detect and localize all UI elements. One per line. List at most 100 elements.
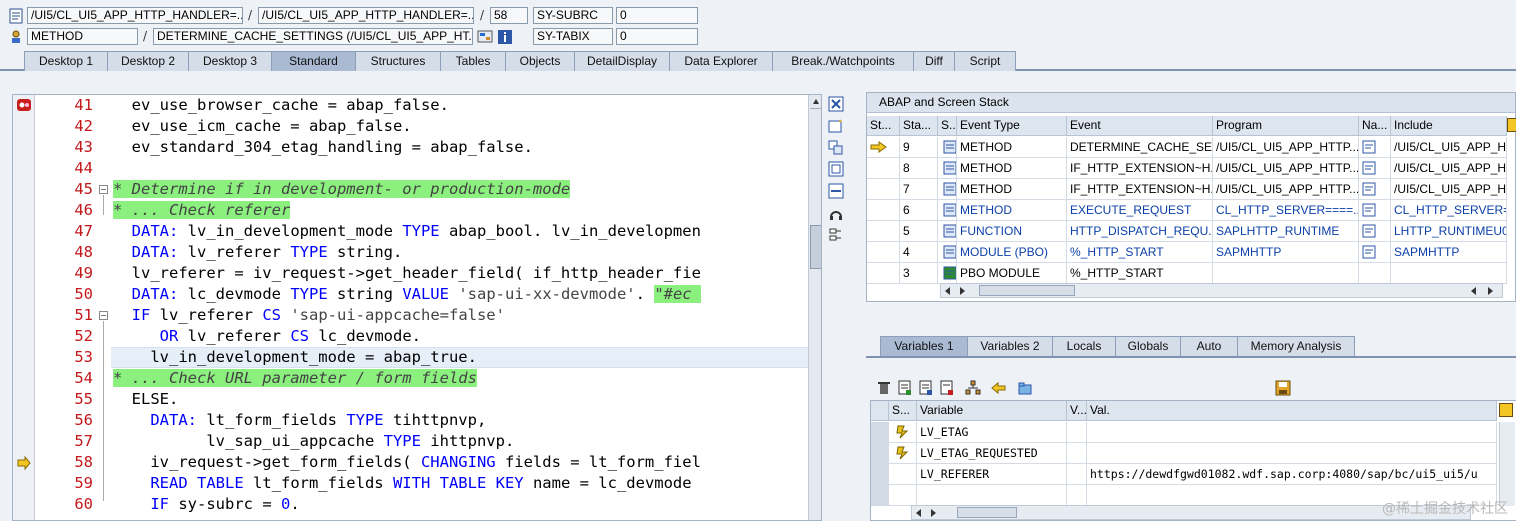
code-line[interactable]: * ... Check URL parameter / form fields [113, 368, 477, 389]
stack-row-marker[interactable] [867, 263, 900, 284]
stack-program-cell[interactable]: SAPMHTTP [1213, 242, 1359, 263]
fold-toggle[interactable]: − [99, 185, 108, 194]
row-selector[interactable] [871, 443, 889, 464]
stack-event-cell[interactable]: %_HTTP_START [1067, 242, 1213, 263]
stack-level-cell[interactable]: 7 [900, 179, 938, 200]
stack-header-col-program[interactable]: Program [1213, 116, 1359, 136]
line-number-field[interactable]: 58 [490, 7, 528, 24]
tab-diff[interactable]: Diff [913, 51, 955, 71]
stack-navigate-cell[interactable] [1359, 221, 1391, 242]
stack-event-type-cell[interactable]: METHOD [957, 158, 1067, 179]
code-line[interactable]: lv_referer = iv_request->get_header_fiel… [113, 263, 701, 284]
stack-type-icon-cell[interactable] [938, 221, 957, 242]
sy-subrc-value[interactable]: 0 [616, 7, 698, 24]
stack-level-cell[interactable]: 4 [900, 242, 938, 263]
code-line[interactable]: lv_sap_ui_appcache TYPE ihttpnvp. [113, 431, 514, 452]
stack-type-icon-cell[interactable] [938, 179, 957, 200]
event-name-field[interactable]: DETERMINE_CACHE_SETTINGS (/UI5/CL_UI5_AP… [153, 28, 473, 45]
tab-memory-analysis[interactable]: Memory Analysis [1237, 336, 1355, 356]
variable-value-cell[interactable] [1087, 443, 1497, 464]
stack-header-col-s[interactable]: S... [938, 116, 957, 136]
code-line[interactable]: DATA: lv_referer TYPE string. [113, 242, 403, 263]
variables-table[interactable]: S... Variable V... Val. LV_ETAG LV_ETAG_REQUE… [871, 401, 1516, 511]
event-type-field[interactable]: METHOD [27, 28, 138, 45]
stack-level-cell[interactable]: 5 [900, 221, 938, 242]
stack-event-cell[interactable]: DETERMINE_CACHE_SET... [1067, 137, 1213, 158]
stack-level-cell[interactable]: 9 [900, 137, 938, 158]
tab-locals[interactable]: Locals [1052, 336, 1116, 356]
column-settings-icon[interactable] [1507, 118, 1516, 132]
editor-vertical-scrollbar[interactable] [808, 95, 821, 520]
variable-type-cell[interactable] [1067, 443, 1087, 464]
stack-include-cell[interactable]: CL_HTTP_SERVER= [1391, 200, 1507, 221]
stack-event-cell[interactable]: EXECUTE_REQUEST [1067, 200, 1213, 221]
stack-program-cell[interactable]: /UI5/CL_UI5_APP_HTTP... [1213, 158, 1359, 179]
stack-program-cell[interactable]: SAPLHTTP_RUNTIME [1213, 221, 1359, 242]
fold-toggle[interactable]: − [99, 311, 108, 320]
code-line[interactable]: ev_use_icm_cache = abap_false. [113, 116, 412, 137]
stack-level-cell[interactable]: 8 [900, 158, 938, 179]
variables-header-col-variable[interactable]: Variable [917, 401, 1067, 421]
variables-header-col-s[interactable]: S... [889, 401, 917, 421]
stack-program-cell[interactable]: /UI5/CL_UI5_APP_HTTP... [1213, 137, 1359, 158]
stack-row-marker[interactable] [867, 242, 900, 263]
code-line[interactable]: OR lv_referer CS lc_devmode. [113, 326, 421, 347]
variables-header-col-value[interactable]: Val. [1087, 401, 1497, 421]
navigate-icon[interactable] [991, 380, 1007, 396]
stack-include-cell[interactable] [1391, 263, 1507, 284]
stack-event-type-cell[interactable]: METHOD [957, 200, 1067, 221]
stack-event-cell[interactable]: IF_HTTP_EXTENSION~H... [1067, 179, 1213, 200]
variables-vertical-scrollbar[interactable] [1499, 422, 1515, 506]
stack-navigate-cell[interactable] [1359, 200, 1391, 221]
code-line[interactable]: DATA: lt_form_fields TYPE tihttpnvp, [113, 410, 486, 431]
stack-type-icon-cell[interactable] [938, 242, 957, 263]
include-field[interactable]: /UI5/CL_UI5_APP_HTTP_HANDLER=... [258, 7, 474, 24]
stack-row-marker[interactable] [867, 221, 900, 242]
code-line[interactable]: ev_use_browser_cache = abap_false. [113, 95, 449, 116]
stack-level-cell[interactable]: 3 [900, 263, 938, 284]
breakpoint-icon[interactable] [16, 97, 32, 113]
variable-value-cell[interactable]: https://dewdfgwd01082.wdf.sap.corp:4080/… [1087, 464, 1497, 485]
stack-navigate-cell[interactable] [1359, 137, 1391, 158]
stack-type-icon-cell[interactable] [938, 137, 957, 158]
display-icon[interactable] [477, 29, 493, 45]
stack-horizontal-scrollbar[interactable] [940, 283, 1503, 298]
variable-name-cell[interactable] [917, 485, 1067, 506]
tab-desktop-1[interactable]: Desktop 1 [24, 51, 108, 71]
delete-all-icon[interactable] [939, 380, 955, 396]
variable-type-cell[interactable] [1067, 485, 1087, 506]
stack-header-col-stack-level[interactable]: Sta... [900, 116, 938, 136]
code-line[interactable]: ev_standard_304_etag_handling = abap_fal… [113, 137, 533, 158]
stack-include-cell[interactable]: SAPMHTTP [1391, 242, 1507, 263]
breakpoint-gutter[interactable] [13, 95, 35, 520]
stack-event-type-cell[interactable]: PBO MODULE [957, 263, 1067, 284]
tab-script[interactable]: Script [954, 51, 1016, 71]
close-icon[interactable] [828, 96, 844, 112]
code-line[interactable]: READ TABLE lt_form_fields WITH TABLE KEY… [113, 473, 701, 494]
variable-name-cell[interactable]: LV_ETAG_REQUESTED [917, 443, 1067, 464]
stack-level-cell[interactable]: 6 [900, 200, 938, 221]
stack-row-marker[interactable] [867, 137, 900, 158]
stack-include-cell[interactable]: /UI5/CL_UI5_APP_H [1391, 179, 1507, 200]
variable-name-cell[interactable]: LV_REFERER [917, 464, 1067, 485]
swap-tool-icon[interactable] [828, 140, 844, 156]
variable-type-cell[interactable] [1067, 464, 1087, 485]
code-line[interactable]: * ... Check referer [113, 200, 291, 221]
stack-row-marker[interactable] [867, 179, 900, 200]
stack-event-cell[interactable]: IF_HTTP_EXTENSION~H... [1067, 158, 1213, 179]
stack-event-type-cell[interactable]: METHOD [957, 179, 1067, 200]
stack-type-icon-cell[interactable] [938, 200, 957, 221]
hierarchy-icon[interactable] [965, 380, 981, 396]
stack-row-marker[interactable] [867, 200, 900, 221]
stack-program-cell[interactable]: /UI5/CL_UI5_APP_HTTP... [1213, 179, 1359, 200]
tab-objects[interactable]: Objects [505, 51, 575, 71]
stack-header-col-include[interactable]: Include [1391, 116, 1507, 136]
new-tool-icon[interactable] [828, 118, 844, 134]
source-code-editor[interactable]: 41 42 43 44 45 46 47 48 49 50 51 52 53 54 55 56 57 58 59 60… [12, 94, 822, 521]
stack-navigate-cell[interactable] [1359, 263, 1391, 284]
sy-tabix-value[interactable]: 0 [616, 28, 698, 45]
variable-status-cell[interactable] [889, 443, 917, 464]
stack-event-type-cell[interactable]: FUNCTION [957, 221, 1067, 242]
services-icon[interactable] [828, 205, 844, 221]
variable-name-cell[interactable]: LV_ETAG [917, 422, 1067, 443]
